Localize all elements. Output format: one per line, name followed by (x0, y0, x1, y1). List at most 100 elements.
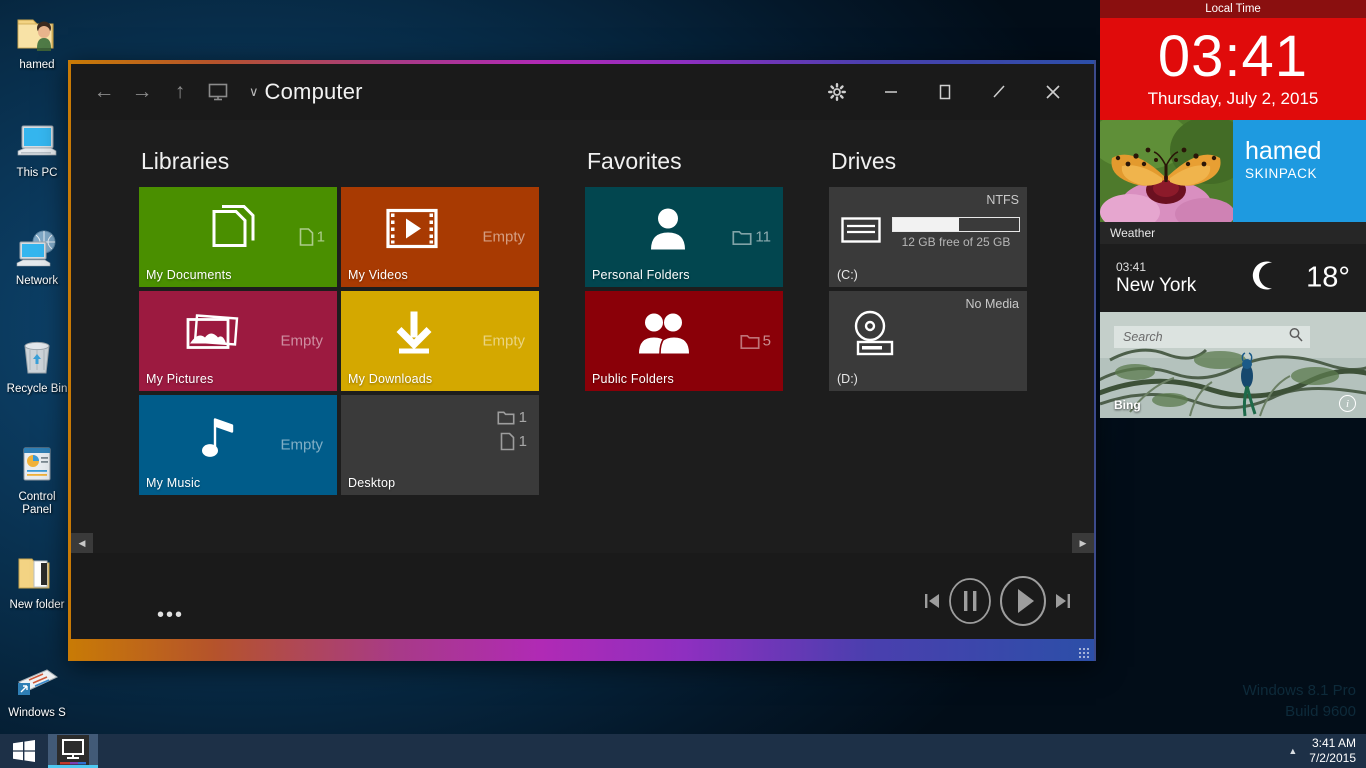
favorites-tile-grid: 11 Personal Folders (585, 187, 783, 391)
computer-icon[interactable] (199, 72, 237, 112)
drive-filesystem: NTFS (986, 193, 1019, 207)
clock-gadget[interactable]: 03:41 Thursday, July 2, 2015 (1100, 18, 1366, 120)
tile-count-value: 1 (519, 409, 527, 426)
tile-personal-folders[interactable]: 11 Personal Folders (585, 187, 783, 287)
next-track-button[interactable] (1054, 590, 1072, 612)
desktop-icon-label: New folder (0, 599, 74, 612)
person-icon (648, 206, 688, 257)
pause-button[interactable] (948, 577, 992, 625)
drive-body (849, 309, 899, 364)
tile-my-downloads[interactable]: Empty My Downloads (341, 291, 539, 391)
search-icon[interactable] (1288, 327, 1304, 348)
tile-label: My Downloads (348, 372, 432, 386)
bing-label: Bing (1114, 398, 1141, 412)
tile-drive-d[interactable]: No Media (D:) (829, 291, 1027, 391)
desktop-icon-windows-s[interactable]: Windows S (0, 658, 74, 734)
drive-usage-bar (892, 217, 1020, 232)
tile-public-folders[interactable]: 5 Public Folders (585, 291, 783, 391)
user-folder-icon (13, 10, 61, 56)
user-tile[interactable]: hamed SKINPACK (1100, 120, 1366, 222)
tile-desktop[interactable]: 1 1 Desktop (341, 395, 539, 495)
play-button[interactable] (999, 575, 1047, 627)
desktop-icon-network[interactable]: Network (0, 226, 74, 302)
hard-drive-icon (841, 217, 881, 248)
desktop-icon-label: Control Panel (0, 491, 74, 516)
window-titlebar[interactable]: ← → ↑ ∨ Computer (71, 64, 1094, 120)
start-button[interactable] (0, 734, 48, 768)
moon-icon (1252, 261, 1278, 296)
tile-my-pictures[interactable]: Empty My Pictures (139, 291, 337, 391)
weather-location-block: 03:41 New York (1116, 260, 1196, 297)
desktop-icon-recycle-bin[interactable]: Recycle Bin (0, 334, 74, 410)
user-subtitle: SKINPACK (1245, 166, 1366, 181)
scroll-right-button[interactable]: ▶ (1072, 533, 1094, 553)
tray-time: 3:41 AM (1309, 736, 1356, 751)
tray-clock[interactable]: 3:41 AM 7/2/2015 (1309, 736, 1356, 766)
documents-icon (206, 204, 262, 259)
desktop-icon-this-pc[interactable]: This PC (0, 118, 74, 194)
restore-button[interactable] (972, 70, 1026, 114)
horizontal-scrollbar[interactable]: ◀ ▶ (71, 533, 1094, 553)
resize-grip[interactable] (1078, 647, 1089, 658)
close-button[interactable] (1026, 70, 1080, 114)
drive-body: 12 GB free of 25 GB (841, 217, 1020, 249)
settings-button[interactable] (810, 70, 864, 114)
scroll-left-button[interactable]: ◀ (71, 533, 93, 553)
more-options-button[interactable]: ••• (157, 611, 184, 619)
people-icon (638, 310, 690, 361)
pictures-icon (183, 310, 241, 361)
tile-status: Empty (280, 437, 323, 454)
butterfly-photo (1100, 120, 1233, 222)
tile-my-videos[interactable]: Empty My Videos (341, 187, 539, 287)
clock-date: Thursday, July 2, 2015 (1148, 89, 1319, 109)
info-icon[interactable]: i (1339, 395, 1356, 412)
weather-time: 03:41 (1116, 260, 1196, 274)
tile-my-music[interactable]: Empty My Music (139, 395, 337, 495)
weather-city: New York (1116, 275, 1196, 297)
computer-icon (13, 118, 61, 164)
tile-counts: 1 1 (497, 409, 527, 451)
tray-expand-icon[interactable]: ▲ (1288, 746, 1297, 756)
recycle-bin-icon (13, 334, 61, 380)
minimize-button[interactable] (864, 70, 918, 114)
tile-count: 11 (732, 229, 771, 246)
watermark-build: Build 9600 (1243, 701, 1356, 722)
clock-time: 03:41 (1158, 29, 1308, 85)
tile-count-value: 11 (755, 229, 771, 246)
tile-count-value: 5 (763, 333, 771, 350)
maximize-button[interactable] (918, 70, 972, 114)
search-input[interactable]: Search (1123, 330, 1288, 344)
previous-track-button[interactable] (923, 590, 941, 612)
forward-button[interactable]: → (123, 72, 161, 112)
taskbar-item-computer[interactable] (48, 734, 98, 768)
download-icon (391, 309, 437, 362)
desktop-icon-label: This PC (0, 167, 74, 180)
user-name: hamed (1245, 138, 1366, 164)
chevron-down-icon[interactable]: ∨ (249, 84, 259, 100)
folder-icon (13, 550, 61, 596)
drive-capacity-text: 12 GB free of 25 GB (892, 235, 1020, 249)
tile-label: My Music (146, 476, 200, 490)
weather-header: Weather (1100, 222, 1366, 244)
tile-status: Empty (482, 229, 525, 246)
section-title-drives: Drives (831, 148, 1027, 175)
desktop-icon-label: Windows S (0, 707, 74, 720)
up-button[interactable]: ↑ (161, 72, 199, 112)
tile-status: Empty (280, 333, 323, 350)
bing-search-box[interactable]: Search (1114, 326, 1310, 348)
desktop-icon-hamed[interactable]: hamed (0, 10, 74, 86)
back-button[interactable]: ← (85, 72, 123, 112)
window-bottom-accent (71, 639, 1094, 661)
bing-gadget[interactable]: Search Bing i (1100, 312, 1366, 418)
drive-filesystem: No Media (966, 297, 1020, 311)
weather-gadget[interactable]: 03:41 New York 18° (1100, 244, 1366, 312)
tile-my-documents[interactable]: 1 My Documents (139, 187, 337, 287)
music-icon (198, 413, 238, 466)
tile-label: Personal Folders (592, 268, 690, 282)
desktop-icon-new-folder[interactable]: New folder (0, 550, 74, 626)
control-panel-icon (13, 442, 61, 488)
tile-drive-c[interactable]: NTFS (829, 187, 1027, 287)
desktop-icon-control-panel[interactable]: Control Panel (0, 442, 74, 518)
section-favorites: Favorites 11 Personal (585, 148, 783, 391)
desktop-icon-label: hamed (0, 59, 74, 72)
